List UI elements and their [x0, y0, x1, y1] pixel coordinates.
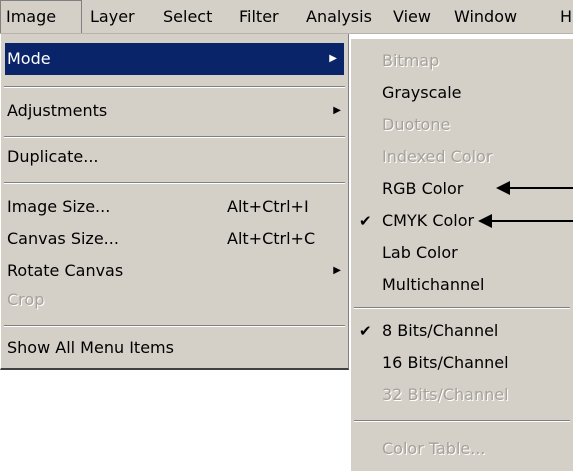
menu-item-label: 32 Bits/Channel — [382, 385, 509, 404]
menu-item-show-all[interactable]: Show All Menu Items — [1, 332, 348, 364]
menu-item-label: Crop — [7, 290, 45, 309]
submenu-item-32-bits: 32 Bits/Channel — [351, 379, 573, 411]
arrowhead-icon — [478, 214, 492, 228]
menu-item-label: Image Size... — [7, 197, 111, 216]
menu-item-label: Color Table... — [382, 439, 486, 458]
menu-item-label: CMYK Color — [382, 211, 475, 230]
menu-window[interactable]: Window — [454, 0, 517, 33]
submenu-item-multichannel[interactable]: Multichannel — [351, 269, 573, 301]
menu-image[interactable]: Image — [0, 0, 82, 33]
menu-separator — [4, 136, 345, 138]
submenu-arrow-icon: ▶ — [329, 53, 337, 64]
menu-item-label: Rotate Canvas — [7, 261, 124, 280]
menu-item-label: 8 Bits/Channel — [382, 321, 499, 340]
menu-item-label: Lab Color — [382, 243, 458, 262]
shortcut-text: Alt+Ctrl+I — [227, 197, 309, 216]
menu-separator — [4, 182, 345, 184]
menu-item-label: Indexed Color — [382, 147, 493, 166]
menu-item-label: Multichannel — [382, 275, 485, 294]
shortcut-text: Alt+Ctrl+C — [227, 229, 316, 248]
submenu-item-16-bits[interactable]: 16 Bits/Channel — [351, 347, 573, 379]
menu-item-label: 16 Bits/Channel — [382, 353, 509, 372]
submenu-item-grayscale[interactable]: Grayscale — [351, 77, 573, 109]
mode-submenu: Bitmap Grayscale Duotone Indexed Color R… — [350, 39, 573, 471]
menu-item-label: Adjustments — [7, 101, 108, 120]
submenu-item-bitmap: Bitmap — [351, 45, 573, 77]
menu-separator — [354, 420, 570, 422]
menu-select[interactable]: Select — [163, 0, 212, 33]
submenu-item-rgb-color[interactable]: RGB Color — [351, 173, 573, 205]
checkmark-icon: ✔ — [359, 322, 372, 340]
submenu-arrow-icon: ▶ — [333, 265, 341, 276]
menu-item-label: Grayscale — [382, 83, 462, 102]
menu-item-image-size[interactable]: Image Size... Alt+Ctrl+I — [1, 191, 348, 223]
menu-item-label: RGB Color — [382, 179, 464, 198]
annotation-arrow-cmyk — [478, 214, 573, 228]
menu-item-duplicate[interactable]: Duplicate... — [1, 141, 348, 173]
menu-item-label: Bitmap — [382, 51, 440, 70]
submenu-item-indexed-color: Indexed Color — [351, 141, 573, 173]
menu-view[interactable]: View — [393, 0, 431, 33]
menu-item-mode[interactable]: Mode ▶ — [5, 43, 344, 75]
menu-item-canvas-size[interactable]: Canvas Size... Alt+Ctrl+C — [1, 223, 348, 255]
menu-layer[interactable]: Layer — [90, 0, 135, 33]
menu-filter[interactable]: Filter — [239, 0, 279, 33]
menu-separator — [354, 307, 570, 309]
menu-item-label: Mode — [7, 49, 51, 68]
menu-separator — [4, 86, 345, 88]
menu-item-rotate-canvas[interactable]: Rotate Canvas ▶ — [1, 255, 348, 287]
submenu-arrow-icon: ▶ — [333, 105, 341, 116]
menu-help[interactable]: H — [560, 0, 572, 33]
checkmark-icon: ✔ — [359, 212, 372, 230]
menu-item-label: Duplicate... — [7, 147, 99, 166]
submenu-item-lab-color[interactable]: Lab Color — [351, 237, 573, 269]
menu-item-label: Canvas Size... — [7, 229, 119, 248]
menu-separator — [4, 325, 345, 327]
arrowhead-icon — [496, 181, 510, 195]
submenu-item-8-bits[interactable]: ✔ 8 Bits/Channel — [351, 315, 573, 347]
menu-item-adjustments[interactable]: Adjustments ▶ — [1, 95, 348, 127]
annotation-arrow-rgb — [496, 181, 573, 195]
submenu-item-duotone: Duotone — [351, 109, 573, 141]
submenu-item-color-table: Color Table... — [351, 433, 573, 465]
menu-item-crop: Crop — [1, 284, 348, 316]
menu-item-label: Show All Menu Items — [7, 338, 174, 357]
menu-analysis[interactable]: Analysis — [306, 0, 372, 33]
menu-item-label: Duotone — [382, 115, 451, 134]
menu-bar: Image Layer Select Filter Analysis View … — [0, 0, 573, 34]
image-menu: Mode ▶ Adjustments ▶ Duplicate... Image … — [0, 34, 349, 370]
